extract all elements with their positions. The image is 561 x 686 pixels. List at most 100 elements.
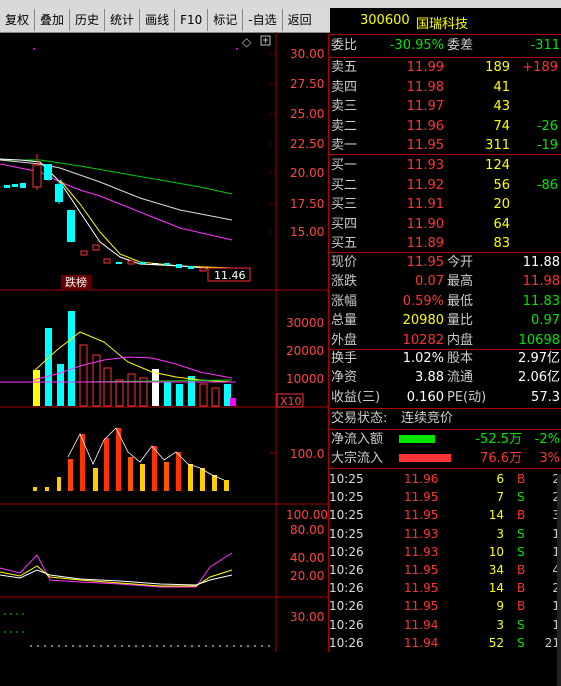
toolbar-overlay-button[interactable]: 叠加 (35, 9, 71, 31)
toolbar-remove-watchlist-button[interactable]: -自选 (243, 9, 283, 31)
ask-volume: 74 (493, 118, 510, 134)
candle (20, 183, 26, 188)
tick-time: 10:25 (329, 526, 364, 541)
candle (67, 210, 75, 242)
tick-price: 11.96 (404, 472, 439, 486)
toolbar-stats-button[interactable]: 统计 (105, 9, 141, 31)
stat-value: 2.97亿 (518, 351, 560, 366)
event-dot (236, 48, 238, 50)
stat-row: 收益(三) 0.160 PE(动) 57.3 (329, 388, 561, 407)
price-axis-label: 27.50 (290, 77, 324, 91)
ask-volume: 311 (485, 138, 510, 153)
stat-label: 流通 (447, 370, 474, 386)
tick-side: S (517, 490, 525, 505)
volume-bar (230, 398, 236, 406)
price-axis-label: 22.50 (290, 137, 324, 151)
toolbar-mark-button[interactable]: 标记 (208, 9, 244, 31)
stat-value: 11.88 (522, 255, 560, 270)
fund-flow-value: -52.5万 (475, 432, 522, 447)
fund-flow-value: 76.6万 (480, 451, 522, 466)
tick-side: B (517, 581, 526, 596)
tick-side: S (517, 617, 525, 632)
chart-toolbar: 复权 叠加 历史 统计 画线 F10 标记 -自选 返回 (0, 8, 330, 33)
stat-label: 最低 (447, 293, 474, 309)
ask-price: 11.96 (406, 118, 444, 134)
toolbar-back-button[interactable]: 返回 (283, 9, 317, 31)
indicator-bar (68, 459, 73, 491)
webi-row: 委比 -30.95% 委差 -311 (329, 36, 561, 55)
indicator-bar (57, 477, 61, 491)
indicator-bar (116, 428, 121, 491)
stat-row: 总量 20980 量比 0.97 (329, 311, 561, 330)
ask-volume: 43 (493, 99, 510, 114)
tick-row[interactable]: 10:2511.957S2 (329, 488, 561, 507)
tick-row[interactable]: 10:2511.933S1 (329, 525, 561, 544)
volume-bar (224, 384, 231, 406)
stat-row: 换手 1.02% 股本 2.97亿 (329, 349, 561, 368)
stat-label: 内盘 (447, 332, 474, 348)
volume-axis-label: 20000 (286, 344, 324, 358)
candle (103, 258, 111, 264)
stat-label: 今开 (447, 255, 474, 270)
tick-row[interactable]: 10:2611.9310S1 (329, 543, 561, 562)
volume-bar (127, 373, 136, 407)
tick-time: 10:25 (329, 490, 364, 505)
kline-chart-area[interactable]: ◇ 30.00 27.50 25.00 22.50 20.00 17.50 15… (0, 32, 328, 652)
tick-price: 11.95 (404, 508, 439, 523)
kline-chart-svg: ◇ 30.00 27.50 25.00 22.50 20.00 17.50 15… (0, 32, 328, 652)
tick-volume: 14 (488, 508, 504, 523)
indicator-bar (212, 475, 217, 491)
weicha-label: 委差 (447, 38, 474, 53)
tick-row[interactable]: 10:2511.9514B3 (329, 506, 561, 525)
trade-status-value: 连续竞价 (401, 411, 454, 426)
stat-value: 10698 (518, 332, 560, 348)
tick-side: B (517, 563, 526, 577)
bid-label: 买一 (331, 158, 358, 173)
tick-price: 11.95 (404, 599, 439, 614)
fund-flow-row: 大宗流入 76.6万 3% (329, 449, 561, 468)
toolbar-draw-button[interactable]: 画线 (140, 9, 176, 31)
toolbar-f10-button[interactable]: F10 (175, 9, 209, 31)
ask-row: 卖三 11.97 43 (329, 97, 561, 116)
volume-bar (199, 383, 208, 407)
stat-label: PE(动) (447, 389, 487, 405)
ask-change: +189 (522, 60, 558, 75)
tick-row[interactable]: 10:2611.9514B2 (329, 579, 561, 598)
toolbar-fuquan-button[interactable]: 复权 (0, 9, 36, 31)
bid-price: 11.93 (406, 158, 444, 173)
tick-row[interactable]: 10:2611.943S1 (329, 616, 561, 635)
ask-change: -26 (536, 118, 558, 134)
candle (80, 250, 88, 256)
indicator2-line-yellow (0, 565, 233, 587)
stat-value: 0.97 (531, 313, 560, 329)
stat-row: 外盘 10282 内盘 10698 (329, 331, 561, 350)
indicator-bar (33, 487, 37, 491)
tick-list-scrollbar[interactable] (557, 474, 561, 686)
ask-price: 11.98 (406, 79, 444, 95)
ask-volume: 41 (493, 79, 510, 95)
bid-volume: 20 (493, 197, 510, 212)
ask-row: 卖一 11.95 311 -19 (329, 136, 561, 155)
tick-row[interactable]: 10:2511.966B2 (329, 470, 561, 489)
fund-flow-pct: 3% (539, 451, 560, 466)
bid-change: -86 (536, 177, 558, 193)
stat-value: 10282 (402, 332, 444, 348)
tick-row[interactable]: 10:2611.9534B4 (329, 561, 561, 580)
diamond-icon: ◇ (242, 35, 252, 49)
tick-row[interactable]: 10:26 11.94 52 S 21 (329, 634, 561, 653)
tick-time: 10:26 (329, 599, 364, 614)
tick-row[interactable]: 10:2611.959B1 (329, 597, 561, 616)
webi-label: 委比 (331, 38, 358, 53)
fund-flow-label: 大宗流入 (331, 451, 384, 466)
stat-label: 涨跌 (331, 274, 358, 290)
tick-volume: 6 (496, 472, 504, 486)
price-axis-label: 20.00 (290, 166, 324, 180)
tick-side: S (517, 635, 525, 650)
indicator2-axis-label: 20.00 (290, 569, 324, 583)
volume-bar (152, 369, 159, 406)
toolbar-history-button[interactable]: 历史 (70, 9, 106, 31)
stat-label: 最高 (447, 274, 474, 290)
stat-row: 涨跌 0.07 最高 11.98 (329, 272, 561, 291)
fund-flow-pct: -2% (534, 432, 560, 447)
stat-label: 量比 (447, 313, 474, 329)
